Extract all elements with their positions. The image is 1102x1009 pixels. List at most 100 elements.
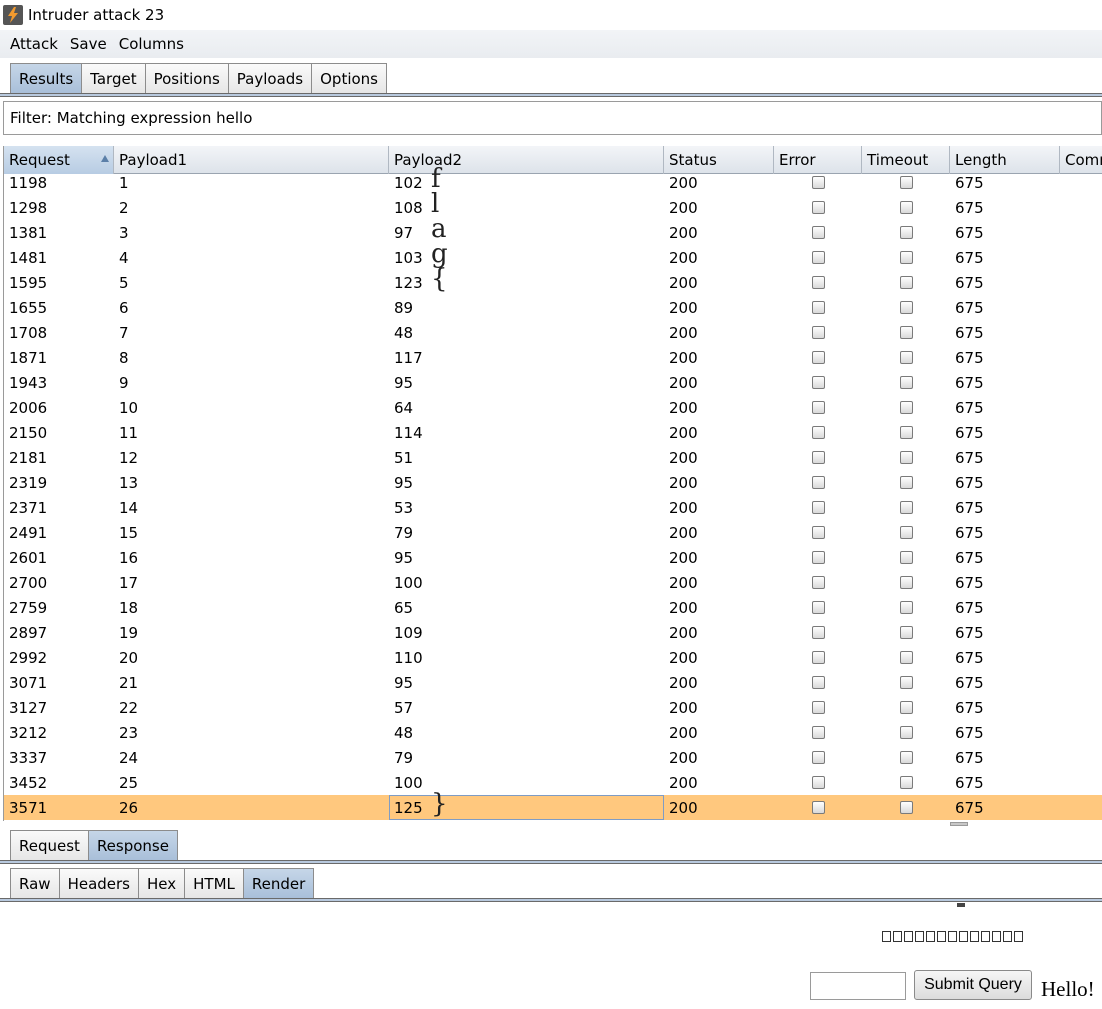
error-checkbox[interactable] — [811, 326, 825, 339]
error-checkbox[interactable] — [811, 776, 825, 789]
timeout-checkbox[interactable] — [899, 251, 913, 264]
error-checkbox[interactable] — [811, 301, 825, 314]
table-row[interactable]: 1871 8 117 200 675 — [4, 345, 1102, 370]
timeout-checkbox[interactable] — [899, 776, 913, 789]
table-row[interactable]: 3337 24 79 200 675 — [4, 745, 1102, 770]
timeout-checkbox[interactable] — [899, 626, 913, 639]
table-row[interactable]: 2319 13 95 200 675 — [4, 470, 1102, 495]
error-checkbox[interactable] — [811, 651, 825, 664]
filter-bar[interactable]: Filter: Matching expression hello — [3, 101, 1102, 135]
menu-attack[interactable]: Attack — [4, 35, 64, 53]
timeout-checkbox[interactable] — [899, 301, 913, 314]
table-row[interactable]: 2759 18 65 200 675 — [4, 595, 1102, 620]
title-bar: Intruder attack 23 — [0, 0, 1102, 30]
error-checkbox[interactable] — [811, 351, 825, 364]
table-row[interactable]: 2150 11 114 200 675 — [4, 420, 1102, 445]
error-checkbox[interactable] — [811, 501, 825, 514]
table-row[interactable]: 3212 23 48 200 675 — [4, 720, 1102, 745]
error-checkbox[interactable] — [811, 401, 825, 414]
tab-response[interactable]: Response — [87, 830, 178, 860]
error-checkbox[interactable] — [811, 451, 825, 464]
table-row[interactable]: 1381 3 97 a 200 675 — [4, 214, 1102, 245]
timeout-checkbox[interactable] — [899, 501, 913, 514]
tab-render[interactable]: Render — [242, 868, 315, 898]
table-row[interactable]: 2601 16 95 200 675 — [4, 545, 1102, 570]
error-checkbox[interactable] — [811, 426, 825, 439]
timeout-checkbox[interactable] — [899, 476, 913, 489]
timeout-checkbox[interactable] — [899, 751, 913, 764]
timeout-checkbox[interactable] — [899, 726, 913, 739]
error-checkbox[interactable] — [811, 626, 825, 639]
menu-save[interactable]: Save — [64, 35, 113, 53]
submit-query-button[interactable]: Submit Query — [914, 970, 1032, 1000]
timeout-checkbox[interactable] — [899, 801, 913, 814]
timeout-checkbox[interactable] — [899, 326, 913, 339]
tab-payloads[interactable]: Payloads — [227, 63, 313, 93]
table-row[interactable]: 2992 20 110 200 675 — [4, 645, 1102, 670]
timeout-checkbox[interactable] — [899, 401, 913, 414]
table-row[interactable]: 1708 7 48 200 675 — [4, 320, 1102, 345]
tab-hex[interactable]: Hex — [138, 868, 186, 898]
cell-timeout — [862, 720, 950, 745]
table-row[interactable]: 3071 21 95 200 675 — [4, 670, 1102, 695]
error-checkbox[interactable] — [811, 176, 825, 189]
error-checkbox[interactable] — [811, 801, 825, 814]
error-checkbox[interactable] — [811, 751, 825, 764]
table-row[interactable]: 2897 19 109 200 675 — [4, 620, 1102, 645]
error-checkbox[interactable] — [811, 576, 825, 589]
error-checkbox[interactable] — [811, 201, 825, 214]
error-checkbox[interactable] — [811, 601, 825, 614]
table-row[interactable]: 3127 22 57 200 675 — [4, 695, 1102, 720]
table-row[interactable]: 1481 4 103 g 200 675 — [4, 239, 1102, 270]
table-row[interactable]: 1943 9 95 200 675 — [4, 370, 1102, 395]
tab-raw[interactable]: Raw — [10, 868, 60, 898]
error-checkbox[interactable] — [811, 526, 825, 539]
tab-html[interactable]: HTML — [184, 868, 244, 898]
tab-results[interactable]: Results — [10, 63, 83, 93]
timeout-checkbox[interactable] — [899, 176, 913, 189]
timeout-checkbox[interactable] — [899, 701, 913, 714]
error-checkbox[interactable] — [811, 701, 825, 714]
timeout-checkbox[interactable] — [899, 526, 913, 539]
timeout-checkbox[interactable] — [899, 676, 913, 689]
table-row[interactable]: 1595 5 123 {200 675 — [4, 264, 1102, 295]
table-row[interactable]: 3452 25 100 200 675 — [4, 770, 1102, 795]
tab-options[interactable]: Options — [311, 63, 388, 93]
results-table[interactable]: Request Payload1 Payload2 Status Error T… — [3, 146, 1102, 821]
error-checkbox[interactable] — [811, 226, 825, 239]
tab-headers[interactable]: Headers — [58, 868, 139, 898]
timeout-checkbox[interactable] — [899, 551, 913, 564]
error-checkbox[interactable] — [811, 276, 825, 289]
error-checkbox[interactable] — [811, 551, 825, 564]
timeout-checkbox[interactable] — [899, 651, 913, 664]
table-row[interactable]: 2700 17 100 200 675 — [4, 570, 1102, 595]
timeout-checkbox[interactable] — [899, 226, 913, 239]
timeout-checkbox[interactable] — [899, 576, 913, 589]
timeout-checkbox[interactable] — [899, 276, 913, 289]
timeout-checkbox[interactable] — [899, 201, 913, 214]
tab-positions[interactable]: Positions — [144, 63, 229, 93]
error-checkbox[interactable] — [811, 476, 825, 489]
timeout-checkbox[interactable] — [899, 426, 913, 439]
render-text-input[interactable] — [810, 972, 906, 1000]
table-row[interactable]: 1298 2 108 l 200 675 — [4, 189, 1102, 220]
table-row[interactable]: 2371 14 53 200 675 — [4, 495, 1102, 520]
table-row[interactable]: 1198 1 102 f 200 675 — [4, 164, 1102, 195]
error-checkbox[interactable] — [811, 676, 825, 689]
tab-target[interactable]: Target — [81, 63, 146, 93]
error-checkbox[interactable] — [811, 251, 825, 264]
timeout-checkbox[interactable] — [899, 451, 913, 464]
table-row[interactable]: 2006 10 64 200 675 — [4, 395, 1102, 420]
scrollbar-thumb[interactable] — [950, 822, 968, 826]
table-row[interactable]: 1655 6 89 200 675 — [4, 295, 1102, 320]
timeout-checkbox[interactable] — [899, 351, 913, 364]
timeout-checkbox[interactable] — [899, 601, 913, 614]
tab-request[interactable]: Request — [10, 830, 89, 860]
error-checkbox[interactable] — [811, 376, 825, 389]
table-row[interactable]: 3571 26 125} 200 675 — [4, 789, 1102, 820]
table-row[interactable]: 2181 12 51 200 675 — [4, 445, 1102, 470]
timeout-checkbox[interactable] — [899, 376, 913, 389]
error-checkbox[interactable] — [811, 726, 825, 739]
menu-columns[interactable]: Columns — [113, 35, 190, 53]
table-row[interactable]: 2491 15 79 200 675 — [4, 520, 1102, 545]
